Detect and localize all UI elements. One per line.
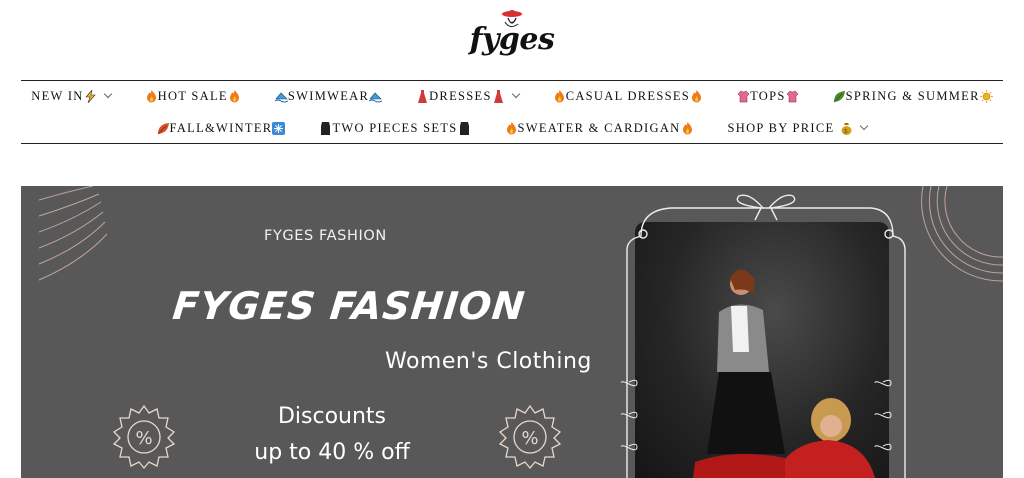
nav-item-tops[interactable]: TOPS	[720, 86, 816, 106]
nav-item-label: TWO PIECES SETS	[332, 120, 458, 135]
chevron-down-icon	[103, 89, 112, 99]
nav-item-sweater-cardigan[interactable]: SWEATER & CARDIGAN	[488, 118, 711, 138]
fire-icon	[554, 89, 564, 102]
nav-item-hot-sale[interactable]: HOT SALE	[128, 86, 258, 106]
banner-discount-line-2: up to 40 % off	[254, 440, 410, 465]
nav-item-label: SWIMWEAR	[287, 88, 370, 103]
site-header: fyges	[0, 0, 1024, 70]
decorative-circles-icon	[921, 186, 1003, 282]
banner-brand-small: FYGES FASHION	[264, 228, 387, 244]
nav-item-swimwear[interactable]: SWIMWEAR	[258, 86, 399, 106]
nav-item-fall-winter[interactable]: FALL&WINTER	[140, 118, 303, 138]
leaf-icon	[833, 90, 845, 102]
decorative-arcs-icon	[38, 186, 108, 281]
dress-icon	[418, 89, 428, 103]
nav-item-label: SHOP BY PRICE	[727, 120, 835, 135]
hero-banner[interactable]: FYGES FASHION FYGES FASHION Women's Clot…	[21, 186, 1003, 478]
nav-item-label: HOT SALE	[157, 88, 228, 103]
fire-icon	[692, 89, 702, 102]
leaf-icon	[157, 122, 169, 134]
snowflake-icon	[272, 121, 286, 135]
lightning-icon	[84, 89, 96, 103]
set-icon	[459, 121, 469, 135]
nav-item-label: FALL&WINTER	[169, 120, 273, 135]
fire-icon	[506, 121, 516, 134]
nav-item-dresses[interactable]: DRESSES	[399, 86, 536, 106]
fire-icon	[682, 121, 692, 134]
nav-item-label: CASUAL DRESSES	[565, 88, 691, 103]
nav-item-label: SPRING & SUMMER	[845, 88, 980, 103]
nav-item-two-pieces-sets[interactable]: TWO PIECES SETS	[302, 118, 487, 138]
svg-text:$: $	[844, 128, 849, 135]
swim-icon	[274, 92, 288, 102]
main-navigation: NEW IN HOT SALE SWIMWEAR DRESSES CASUAL …	[21, 80, 1003, 144]
banner-subtitle: Women's Clothing	[385, 349, 592, 374]
shirt-icon	[786, 90, 798, 102]
swim-icon	[369, 92, 383, 102]
banner-discount-line-1: Discounts	[277, 404, 387, 429]
money-bag-icon: $	[841, 122, 852, 135]
nav-item-label: SWEATER & CARDIGAN	[517, 120, 681, 135]
dress-icon	[493, 89, 503, 103]
shirt-icon	[737, 90, 750, 102]
nav-item-new-in[interactable]: NEW IN	[14, 86, 127, 106]
sun-icon	[979, 89, 993, 103]
site-logo[interactable]: fyges	[0, 22, 1024, 57]
fire-icon	[229, 89, 239, 102]
nav-row-1: NEW IN HOT SALE SWIMWEAR DRESSES CASUAL …	[21, 86, 1003, 106]
set-icon	[321, 121, 331, 135]
nav-item-spring-summer[interactable]: SPRING & SUMMER	[816, 86, 1010, 106]
nav-item-casual-dresses[interactable]: CASUAL DRESSES	[536, 86, 720, 106]
chevron-down-icon	[860, 121, 869, 131]
nav-item-label: DRESSES	[429, 88, 492, 103]
nav-item-label: TOPS	[750, 88, 786, 103]
fire-icon	[146, 89, 156, 102]
banner-brand-title: FYGES FASHION	[170, 284, 528, 328]
chevron-down-icon	[511, 89, 520, 99]
decorative-frame	[621, 194, 906, 478]
nav-item-shop-by-price[interactable]: SHOP BY PRICE $	[711, 118, 885, 138]
nav-item-label: NEW IN	[31, 88, 84, 103]
nav-row-2: FALL&WINTER TWO PIECES SETS SWEATER & CA…	[21, 118, 1003, 138]
